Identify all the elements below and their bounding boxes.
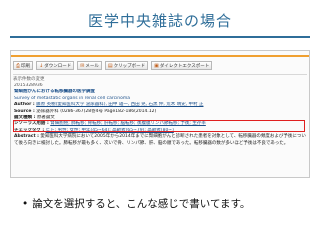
- download-label: ダウンロード: [44, 63, 72, 69]
- mail-button[interactable]: ✉ メール: [77, 61, 102, 70]
- slide-title: 医学中央雑誌の場合: [87, 12, 232, 30]
- header-accent-bar: [11, 55, 309, 57]
- mail-label: メール: [85, 63, 99, 69]
- source-label: Source :: [14, 108, 35, 114]
- direct-export-button[interactable]: ▣ ダイレクトエクスポート: [151, 61, 213, 70]
- result-toolbar: ⎙ 印刷 ↓ ダウンロード ✉ メール ▤ クリップボード ▣ ダイレクトエクス…: [13, 61, 307, 70]
- database-screenshot: ⎙ 印刷 ↓ ダウンロード ✉ メール ▤ クリップボード ▣ ダイレクトエクス…: [10, 50, 310, 178]
- author-label: Author :: [14, 102, 35, 108]
- printer-icon: ⎙: [16, 62, 21, 69]
- author-links[interactable]: 藤原 英樹(愛知医科大学 泌尿器科), 田中 雄一, 西田 晃, 石黒 伸, 荒…: [36, 102, 203, 107]
- clipboard-icon: ▤: [107, 62, 113, 69]
- thesaurus-highlight-box: [13, 120, 305, 132]
- save-icon: ▣: [154, 62, 159, 69]
- list-divider: [13, 74, 307, 75]
- abstract-row: Abstract : 愛知医科大学病院において2005年から2014年までに腎細…: [14, 134, 306, 147]
- bullet-text: 論文を選択すると、こんな感じで書いてます。: [32, 198, 251, 210]
- display-count-link[interactable]: 表示件数の変更: [13, 76, 307, 82]
- bullet-dot: •: [22, 198, 29, 210]
- print-button[interactable]: ⎙ 印刷: [13, 61, 34, 70]
- mail-icon: ✉: [80, 62, 85, 69]
- title-divider: [10, 36, 310, 38]
- download-button[interactable]: ↓ ダウンロード: [36, 61, 75, 70]
- clipboard-button[interactable]: ▤ クリップボード: [104, 61, 149, 70]
- abstract-label: Abstract :: [14, 134, 39, 140]
- clipboard-label: クリップボード: [113, 63, 146, 69]
- abstract-text: 愛知医科大学病院において2005年から2014年までに腎細胞がんと診断された患者…: [14, 134, 306, 146]
- record-detail: 2015328936 腎細胞がんにおける転移臓器の医学調査 Survey of …: [14, 83, 306, 147]
- slide-bullet: • 論文を選択すると、こんな感じで書いてます。: [22, 196, 250, 211]
- direct-export-label: ダイレクトエクスポート: [159, 63, 210, 69]
- print-label: 印刷: [21, 63, 31, 69]
- source-value: 泌尿器外科 (0286-367)28巻4号 Page182-186(2014.1…: [36, 108, 157, 114]
- download-icon: ↓: [39, 62, 44, 69]
- slide: 医学中央雑誌の場合 ⎙ 印刷 ↓ ダウンロード ✉ メール ▤ クリップボード …: [0, 0, 320, 240]
